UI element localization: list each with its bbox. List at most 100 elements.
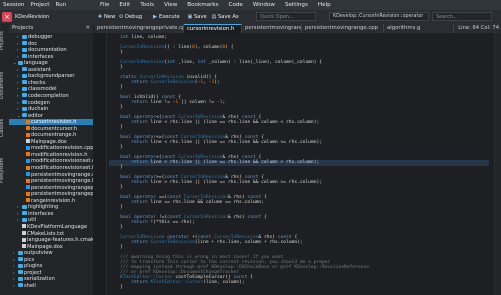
side-tab-filesystem[interactable]: Filesystem xyxy=(0,150,9,190)
code-line: return line > rhs.line || (line == rhs.l… xyxy=(109,160,489,166)
session-title: KDevRevision xyxy=(15,14,50,20)
tree-item[interactable]: CMakeLists.txt xyxy=(9,231,93,237)
code-line: } xyxy=(109,145,123,150)
tree-item[interactable]: persistentmovingrangeprivate.h xyxy=(9,191,93,197)
folder-icon xyxy=(22,54,27,59)
tree-item[interactable]: modificationrevision.h xyxy=(9,152,93,158)
kdev-menu-project[interactable]: Project xyxy=(30,2,49,8)
tree-item[interactable]: modificationrevisionset.h xyxy=(9,165,93,171)
save-button[interactable]: ▣ Save xyxy=(186,12,207,22)
save-as-button[interactable]: ▤ Save As xyxy=(210,12,239,22)
menu-view[interactable]: View xyxy=(164,2,177,8)
folder-icon xyxy=(22,86,27,91)
debug-button[interactable]: ⚙ Debug xyxy=(117,12,142,22)
tree-item[interactable]: › outputview xyxy=(9,250,93,256)
document-path-field[interactable]: KDevelop::CursorInRevision::operator xyxy=(329,12,429,21)
side-tab-documents[interactable]: Documents xyxy=(0,64,9,106)
tree-item-label: plugins xyxy=(24,263,43,270)
tree-item[interactable]: modificationrevision.cpp xyxy=(9,145,93,151)
menu-file[interactable]: File xyxy=(100,2,109,8)
tree-item[interactable]: persistentmovingrange.h xyxy=(9,178,93,184)
tree-item[interactable]: › codecompletion xyxy=(9,93,93,99)
projects-header: Projects ✕ xyxy=(9,24,93,33)
menu-bookmarks[interactable]: Bookmarks xyxy=(187,2,218,8)
tree-item-label: codegen xyxy=(28,99,50,106)
tree-item[interactable]: cursorinrevision.h xyxy=(9,119,93,126)
file-icon xyxy=(22,224,26,229)
menu-help[interactable]: Help xyxy=(318,2,331,8)
folder-icon xyxy=(22,204,27,209)
tree-item[interactable]: › checks xyxy=(9,80,93,86)
folder-icon xyxy=(22,67,27,72)
tree-item-label: doc xyxy=(28,40,38,47)
tree-item[interactable]: › assistant xyxy=(9,67,93,73)
kdev-menu-session[interactable]: Session xyxy=(3,2,24,8)
tree-item[interactable]: › pics xyxy=(9,257,93,263)
tree-item[interactable]: › shell xyxy=(9,283,93,289)
close-panel-icon[interactable]: ✕ xyxy=(85,24,90,33)
kdev-menu-run[interactable]: Run xyxy=(55,2,66,8)
tree-item[interactable]: rangeinrevision.h xyxy=(9,198,93,204)
execute-button[interactable]: ▶ Execute xyxy=(151,12,180,22)
menu-settings[interactable]: Settings xyxy=(285,2,308,8)
tree-item[interactable]: › plugins xyxy=(9,263,93,269)
side-tab-projects[interactable]: Projects xyxy=(0,26,9,56)
tree-item[interactable]: KDevPlatformLanguage xyxy=(9,224,93,230)
search-input[interactable]: Search... xyxy=(432,12,492,21)
tree-item-label: persistentmovingrangeprivate.cpp xyxy=(31,184,93,191)
menu-tools[interactable]: Tools xyxy=(140,2,154,8)
tree-item[interactable]: › interfaces xyxy=(9,211,93,217)
editor-tab[interactable]: algorithms.g xyxy=(384,24,454,33)
quick-open-input[interactable]: Quick Open... xyxy=(256,12,316,21)
folder-icon xyxy=(22,217,27,222)
execute-icon: ▶ xyxy=(153,14,157,20)
folder-icon xyxy=(18,270,23,275)
tree-item[interactable]: › highlighting xyxy=(9,204,93,210)
file-icon xyxy=(26,132,30,137)
folder-icon xyxy=(22,34,27,39)
tree-item[interactable]: persistentmovingrangeprivate.cpp xyxy=(9,185,93,191)
menu-code[interactable]: Code xyxy=(229,2,243,8)
tree-item[interactable]: › doc xyxy=(9,41,93,47)
tree-item[interactable]: Mainpage.dox xyxy=(9,139,93,145)
tree-item[interactable]: › serialization xyxy=(9,276,93,282)
tree-item-label: modificationrevisionset.h xyxy=(31,165,93,171)
editor-tab[interactable]: persistentmovingrange.cpp xyxy=(302,24,384,33)
tree-item[interactable]: language-features.h.cmake xyxy=(9,237,93,243)
tree-item[interactable]: documentcursor.h xyxy=(9,126,93,132)
editor-scrollbar[interactable] xyxy=(494,33,501,295)
editor-tab[interactable]: cursorinrevision.h xyxy=(184,24,242,33)
tree-item[interactable]: › backgroundparser xyxy=(9,73,93,79)
tree-item[interactable]: › project xyxy=(9,270,93,276)
tree-item[interactable]: documentrange.h xyxy=(9,132,93,138)
editor-tab[interactable]: persistentmovingrangeprivate.cpp xyxy=(94,24,184,33)
tree-item[interactable]: › codegen xyxy=(9,100,93,106)
tree-item[interactable]: modificationrevisionset.cpp xyxy=(9,158,93,164)
tree-item-label: language xyxy=(24,60,48,67)
editor-tab[interactable]: persistentmovingrange.h xyxy=(242,24,302,33)
tree-item[interactable]: › documentation xyxy=(9,47,93,53)
tree-item[interactable]: Mainpage.dox xyxy=(9,244,93,250)
side-tab-classes[interactable]: Classes xyxy=(0,110,9,146)
new-button[interactable]: ✚ New xyxy=(96,12,116,22)
code-line: } xyxy=(109,185,123,190)
tree-item[interactable]: › classmodel xyxy=(9,86,93,92)
save-as-icon: ▤ xyxy=(211,14,217,20)
menu-edit[interactable]: Edit xyxy=(119,2,130,8)
code-editor[interactable]: int line, column; CursorInRevision() : l… xyxy=(94,33,494,295)
code-line: int line, column; xyxy=(120,35,168,40)
tree-item[interactable]: ⌄ editor xyxy=(9,113,93,119)
tree-item-label: assistant xyxy=(28,66,51,73)
menu-window[interactable]: Window xyxy=(253,2,275,8)
tree-item[interactable]: › debugger xyxy=(9,34,93,40)
tree-item-label: persistentmovingrangeprivate.h xyxy=(31,191,93,198)
tree-item[interactable]: › interfaces xyxy=(9,54,93,60)
tree-item[interactable]: persistentmovingrange.cpp xyxy=(9,172,93,178)
tree-item-label: duchain xyxy=(28,106,49,113)
tree-item[interactable]: ⌄ language xyxy=(9,60,93,66)
tree-item[interactable]: › duchain xyxy=(9,106,93,112)
tree-item[interactable]: › util xyxy=(9,217,93,223)
close-icon[interactable]: × xyxy=(2,12,12,22)
debug-icon: ⚙ xyxy=(118,14,124,20)
file-icon xyxy=(26,185,30,190)
